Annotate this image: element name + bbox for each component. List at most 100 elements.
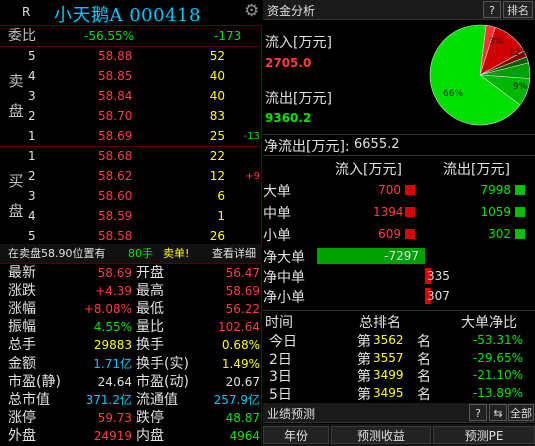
net-flow-value: 335: [427, 269, 450, 283]
rank-number: 3557: [373, 350, 404, 365]
quote-label: 市盈(动): [136, 373, 189, 390]
net-outflow-value: 6655.2: [354, 137, 400, 152]
rank-button[interactable]: 排名: [503, 1, 533, 18]
sell-side-label-2: 盘: [8, 102, 24, 120]
buy-price: 58.62: [98, 169, 133, 183]
quote-row: 总手 29883 换手 0.68%: [0, 336, 262, 354]
order-book-panel: R 小天鹅A 000418 ⚙ 委比 -56.55% -173 5 58.88 52…: [0, 0, 262, 446]
buy-level-row: 4 58.59 1: [0, 207, 262, 226]
quote-value: 1.71亿: [93, 356, 132, 371]
big-order-notice: 在卖盘58.90位置有 80手 卖单! 查看详细: [0, 244, 262, 263]
buy-level-number: 3: [28, 189, 36, 203]
sell-volume: 83: [209, 109, 225, 123]
sell-volume-change: [240, 87, 260, 106]
rank-ratio: -53.31%: [472, 333, 523, 347]
quote-label: 市盈(静): [8, 373, 61, 390]
quote-label: 流通值: [136, 391, 178, 408]
quote-label: 最低: [136, 301, 164, 318]
quote-value: 58.69: [225, 284, 260, 299]
pie-slice-label: 9%: [513, 82, 528, 92]
commission-label: 委比: [8, 28, 36, 44]
quote-label: 涨幅: [8, 301, 36, 318]
quote-label: 涨跌: [8, 283, 36, 300]
forecast-switch-icon[interactable]: ⇆: [489, 404, 507, 421]
quote-label: 换手: [136, 337, 164, 354]
buy-volume: 6: [217, 189, 225, 203]
sell-price: 58.70: [98, 109, 133, 123]
quote-value: 58.69: [97, 266, 132, 280]
sell-level-row: 4 58.85 40: [0, 67, 262, 86]
quote-row: 外盘 24919 内盘 4964: [0, 427, 262, 445]
quote-value: 24.64: [97, 374, 132, 389]
gear-icon[interactable]: ⚙: [244, 1, 259, 21]
flow-in-value: 700: [378, 183, 401, 197]
sell-volume: 40: [209, 89, 225, 103]
quote-value: 24919: [93, 428, 132, 443]
sell-volume: 40: [209, 69, 225, 83]
quote-value: 56.22: [225, 302, 260, 317]
forecast-help-button[interactable]: ?: [469, 404, 487, 421]
sell-level-number: 5: [28, 49, 36, 63]
forecast-all-button[interactable]: 全部: [508, 404, 534, 421]
outflow-bar: [515, 207, 525, 217]
forecast-title: 业绩预测: [267, 407, 316, 421]
commission-ratio: -56.55%: [84, 29, 135, 43]
help-button[interactable]: ?: [483, 1, 501, 18]
notice-type: 卖单!: [163, 247, 190, 260]
forecast-col-year[interactable]: 年份: [263, 426, 329, 444]
inflow-bar: [405, 229, 415, 239]
quote-label: 外盘: [8, 427, 36, 444]
quote-label: 跌停: [136, 409, 164, 426]
forecast-col-pe[interactable]: 预测PE: [433, 426, 535, 444]
rank-suffix: 名: [417, 386, 431, 403]
rank-col-time: 时间: [265, 315, 293, 331]
net-flow-label: 净大单: [263, 250, 305, 266]
buy-level-row: 3 58.60 6: [0, 187, 262, 206]
flow-table-header: 流入[万元] 流出[万元]: [263, 158, 535, 178]
sell-price: 58.84: [98, 89, 133, 103]
flow-row: 中单 1394 1059: [263, 202, 535, 222]
quote-value: 56.47: [225, 266, 260, 280]
inflow-bar: [405, 207, 415, 217]
notice-detail-link[interactable]: 查看详细: [212, 244, 256, 263]
buy-level-row: 1 58.68 22: [0, 147, 262, 166]
sell-volume: 52: [209, 49, 225, 63]
notice-text: 在卖盘58.90位置有: [8, 247, 106, 260]
quote-row: 金额 1.71亿 换手(实) 1.49%: [0, 355, 262, 373]
pie-slice-label: 3%: [489, 37, 504, 47]
sell-level-row: 5 58.88 52: [0, 47, 262, 66]
forecast-col-eps[interactable]: 预测收益: [331, 426, 431, 444]
flow-row-label: 大单: [263, 184, 291, 200]
forecast-table-header: 年份 预测收益 预测PE: [263, 424, 535, 446]
buy-side-label-2: 盘: [8, 202, 24, 220]
quote-label: 金额: [8, 355, 36, 372]
buy-level-number: 4: [28, 209, 36, 223]
buy-side-label-1: 买: [8, 172, 24, 190]
quote-label: 最高: [136, 283, 164, 300]
quote-value: +4.39: [95, 284, 132, 299]
sell-volume-change: [240, 107, 260, 126]
sell-price: 58.69: [98, 129, 133, 143]
market-letter: R: [22, 5, 31, 19]
quote-row: 最新 58.69 开盘 56.47: [0, 264, 262, 282]
commission-row: 委比 -56.55% -173: [0, 27, 262, 46]
flow-col-in: 流入[万元]: [335, 162, 402, 178]
rank-ratio: -29.65%: [472, 350, 523, 365]
net-flow-row: 净大单 -7297: [263, 246, 535, 266]
buy-volume: 12: [209, 169, 225, 183]
rank-time: 5日: [269, 386, 292, 403]
flow-row: 大单 700 7998: [263, 180, 535, 200]
quote-label: 量比: [136, 319, 164, 336]
sell-volume-change: [240, 67, 260, 86]
quote-value: 29883: [93, 338, 132, 353]
flow-out-value: 1059: [480, 205, 511, 219]
rank-ratio: -21.10%: [472, 368, 523, 382]
rank-ratio: -13.89%: [472, 385, 523, 400]
rank-number: 3495: [373, 385, 404, 400]
quote-value: 20.67: [225, 374, 260, 389]
buy-price: 58.68: [98, 149, 133, 163]
net-outflow-label: 净流出[万元]:: [264, 139, 350, 155]
buy-volume-change: [240, 187, 260, 206]
quote-label: 最新: [8, 265, 36, 281]
net-flow-row: 净中单 335: [263, 266, 535, 286]
